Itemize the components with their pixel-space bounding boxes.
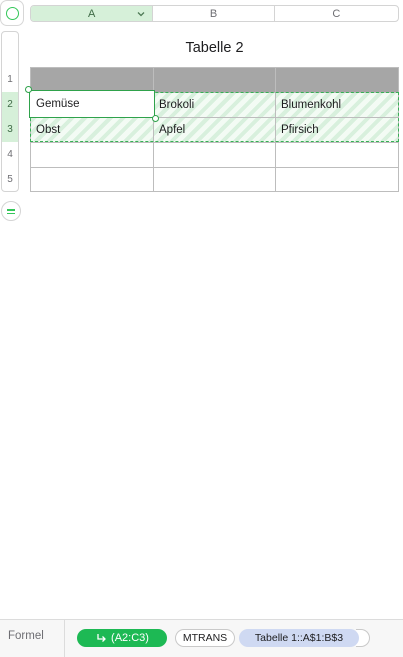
active-cell-a2[interactable]: Gemüse <box>29 90 155 118</box>
cell-text: Brokoli <box>159 99 195 111</box>
table-cell-b1[interactable] <box>154 68 276 93</box>
cell-text: Blumenkohl <box>281 99 342 111</box>
column-header-label: B <box>209 7 218 20</box>
add-row-icon-line <box>7 212 15 214</box>
row-header-4[interactable]: 4 <box>2 142 18 167</box>
row-header-label: 3 <box>7 124 13 135</box>
cell-text: Gemüse <box>36 98 80 110</box>
add-row-button[interactable] <box>1 201 21 221</box>
row-header-1[interactable]: 1 <box>2 67 18 92</box>
selection-handle-top-left[interactable] <box>25 86 32 93</box>
select-all-button[interactable] <box>0 0 24 26</box>
column-header-label: C <box>332 7 341 20</box>
cell-text: Obst <box>36 124 61 136</box>
table-cell-b3[interactable]: Apfel <box>154 118 276 143</box>
table-cell-c5[interactable] <box>276 168 398 191</box>
table-grid: Brokoli Blumenkohl Obst Apfel Pfirsich <box>30 67 399 192</box>
row-header-label: 5 <box>7 174 13 185</box>
formula-label: Formel <box>8 630 44 642</box>
table-cell-c4[interactable] <box>276 143 398 168</box>
formula-result-text: (A2:C3) <box>111 632 149 644</box>
cell-text: Apfel <box>159 124 186 136</box>
select-all-icon <box>6 7 19 20</box>
chevron-down-icon[interactable] <box>135 8 147 20</box>
row-header-5[interactable]: 5 <box>2 167 18 191</box>
table-cell-b2[interactable]: Brokoli <box>154 93 276 118</box>
row-header-label: 1 <box>7 74 13 85</box>
row-header-label: 4 <box>7 149 13 160</box>
table-cell-b5[interactable] <box>154 168 276 191</box>
column-header-c[interactable]: C <box>275 6 398 21</box>
formula-divider <box>64 620 65 657</box>
table-cell-c3[interactable]: Pfirsich <box>276 118 398 143</box>
row-header-2[interactable]: 2 <box>2 92 18 117</box>
row-header-3[interactable]: 3 <box>2 117 18 142</box>
formula-argument-text: Tabelle 1::A$1:B$3 <box>254 632 344 644</box>
formula-argument-token[interactable]: Tabelle 1::A$1:B$3 <box>239 629 359 647</box>
formula-function-token[interactable]: MTRANS <box>175 629 235 647</box>
table-cell-a3[interactable]: Obst <box>31 118 154 143</box>
column-header-label: A <box>87 7 96 20</box>
selection-handle-bottom-right[interactable] <box>152 115 159 122</box>
table-title[interactable]: Tabelle 2 <box>30 40 399 56</box>
table-cell-b4[interactable] <box>154 143 276 168</box>
formula-function-name: MTRANS <box>182 632 228 644</box>
row-header-bar: 1 2 3 4 5 <box>1 31 19 192</box>
column-header-bar: A B C <box>30 5 399 22</box>
table-cell-c1[interactable] <box>276 68 398 93</box>
column-header-a[interactable]: A <box>31 6 154 21</box>
table-cell-a5[interactable] <box>31 168 154 191</box>
arrow-return-icon <box>97 634 106 642</box>
row-header-label: 2 <box>7 99 13 110</box>
cell-text: Pfirsich <box>281 124 319 136</box>
column-header-b[interactable]: B <box>153 6 275 21</box>
formula-result-token[interactable]: (A2:C3) <box>77 629 167 647</box>
add-row-icon <box>7 209 15 211</box>
table-cell-a4[interactable] <box>31 143 154 168</box>
spreadsheet-view: A B C 1 2 3 4 5 Tabelle 2 Brokoli Blumen… <box>0 0 403 657</box>
table-cell-c2[interactable]: Blumenkohl <box>276 93 398 118</box>
formula-bar: Formel (A2:C3) MTRANS Tabelle 1::A$1:B$3 <box>0 619 403 657</box>
